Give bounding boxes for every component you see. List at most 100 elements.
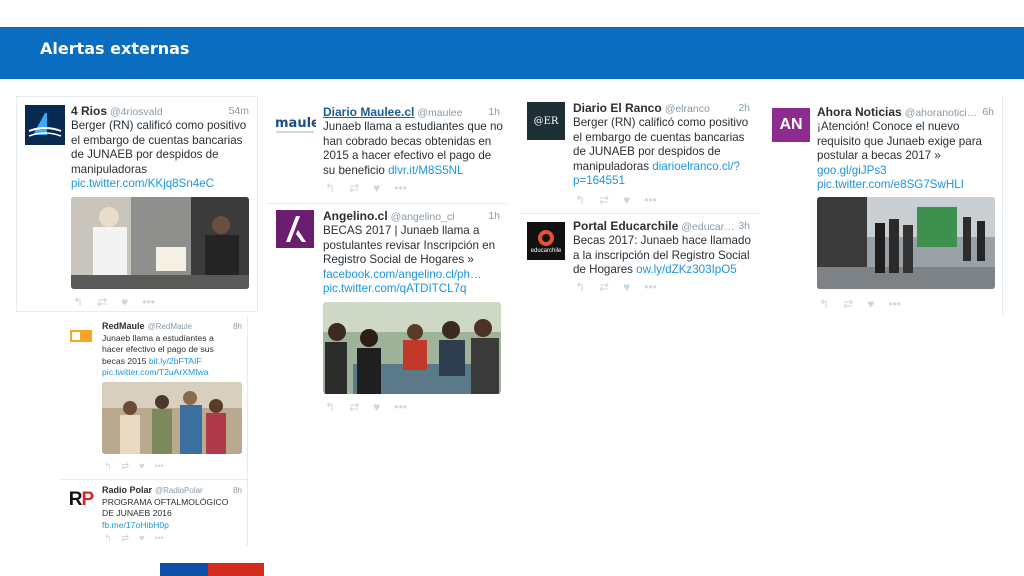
reply-icon[interactable]: ↰ xyxy=(104,461,112,472)
retweet-icon[interactable]: ⇄ xyxy=(599,193,609,207)
retweet-icon[interactable]: ⇄ xyxy=(599,280,609,294)
author-name[interactable]: RedMaule xyxy=(102,321,145,331)
tweet-actions: ↰ ⇄ ♥ ••• xyxy=(575,193,657,207)
like-icon[interactable]: ♥ xyxy=(623,193,630,207)
reply-icon[interactable]: ↰ xyxy=(73,295,83,309)
like-icon[interactable]: ♥ xyxy=(139,461,144,472)
maulee-logo-icon: maulee xyxy=(275,116,316,133)
tweet-text: Berger (RN) calificó como positivo el em… xyxy=(71,119,255,192)
author-name[interactable]: Ahora Noticias xyxy=(817,105,902,119)
retweet-icon[interactable]: ⇄ xyxy=(97,295,107,309)
author-handle[interactable]: @educar… xyxy=(681,221,734,233)
avatar[interactable]: @ER xyxy=(527,102,565,140)
more-icon[interactable]: ••• xyxy=(644,280,657,294)
author-name[interactable]: 4 Rios xyxy=(71,104,107,118)
avatar[interactable] xyxy=(276,210,314,248)
tweet-card-column2: maulee Diario Maulee.cl@maulee 1h Junaeb… xyxy=(268,96,506,426)
more-icon[interactable]: ••• xyxy=(394,400,407,414)
reply-icon[interactable]: ↰ xyxy=(104,533,112,544)
tweet-photo[interactable] xyxy=(817,197,995,289)
tweet-header: Diario El Ranco @elranco xyxy=(573,101,710,115)
tweet-link[interactable]: dlvr.it/M8S5NL xyxy=(388,164,463,177)
page-title: Alertas externas xyxy=(40,39,190,58)
tweet-time[interactable]: 1h xyxy=(488,106,500,118)
tweet-text: Junaeb llama a estudiantes a hacer efect… xyxy=(102,333,246,378)
tweet-link[interactable]: pic.twitter.com/KKjq8Sn4eC xyxy=(71,177,255,192)
retweet-icon[interactable]: ⇄ xyxy=(122,533,130,544)
author-handle[interactable]: @angelino_cl xyxy=(391,211,455,223)
reply-icon[interactable]: ↰ xyxy=(325,400,335,414)
reply-icon[interactable]: ↰ xyxy=(325,181,335,195)
tweet-maulee: maulee Diario Maulee.cl@maulee 1h Junaeb… xyxy=(268,96,506,200)
tweet-link[interactable]: p=164551 xyxy=(573,174,758,189)
like-icon[interactable]: ♥ xyxy=(373,181,380,195)
author-handle[interactable]: @maulee xyxy=(417,107,462,119)
tweet-time[interactable]: 2h xyxy=(738,102,750,114)
author-name[interactable]: Diario Maulee.cl xyxy=(323,105,414,119)
like-icon[interactable]: ♥ xyxy=(139,533,144,544)
tweet-card-column3: @ER Diario El Ranco @elranco 2h Berger (R… xyxy=(520,96,760,302)
tweet-link[interactable]: pic.twitter.com/T2uArXMfwa xyxy=(102,367,246,378)
tweet-header: Radio Polar @RadioPolar xyxy=(102,485,203,495)
more-icon[interactable]: ••• xyxy=(154,461,163,472)
author-name[interactable]: Diario El Ranco xyxy=(573,101,662,115)
retweet-icon[interactable]: ⇄ xyxy=(349,181,359,195)
more-icon[interactable]: ••• xyxy=(644,193,657,207)
tweet-actions: ↰ ⇄ ♥ ••• xyxy=(325,400,407,414)
header-bar: Alertas externas xyxy=(0,27,1024,79)
tweet-photo[interactable] xyxy=(323,302,501,394)
more-icon[interactable]: ••• xyxy=(154,533,163,544)
author-name[interactable]: Radio Polar xyxy=(102,485,152,495)
tweet-elranco: @ER Diario El Ranco @elranco 2h Berger (R… xyxy=(520,96,760,212)
tweet-photo[interactable] xyxy=(102,382,242,454)
avatar[interactable] xyxy=(25,105,65,145)
tweet-link[interactable]: bit.ly/2bFTAIF xyxy=(149,356,202,366)
like-icon[interactable]: ♥ xyxy=(373,400,380,414)
more-icon[interactable]: ••• xyxy=(394,181,407,195)
more-icon[interactable]: ••• xyxy=(888,297,901,311)
avatar[interactable]: educarchile xyxy=(527,222,565,260)
retweet-icon[interactable]: ⇄ xyxy=(122,461,130,472)
author-handle[interactable]: @4riosvald xyxy=(110,106,163,118)
tweet-link[interactable]: fb.me/17oHibH0p xyxy=(102,520,246,531)
tweet-time[interactable]: 8h xyxy=(233,322,242,331)
tweet-text: Becas 2017: Junaeb hace llamado a la ins… xyxy=(573,234,751,277)
author-handle[interactable]: @RadioPolar xyxy=(155,486,203,495)
reply-icon[interactable]: ↰ xyxy=(575,193,585,207)
tweet-card-small: RedMaule @RedMaule 8h Junaeb llama a estu… xyxy=(60,316,248,546)
tweet-time[interactable]: 1h xyxy=(488,210,500,222)
tweet-actions: ↰ ⇄ ♥ ••• xyxy=(325,181,407,195)
author-name[interactable]: Portal Educarchile xyxy=(573,219,678,233)
author-name[interactable]: Angelino.cl xyxy=(323,209,388,223)
author-handle[interactable]: @RedMaule xyxy=(148,322,193,331)
reply-icon[interactable]: ↰ xyxy=(575,280,585,294)
author-handle[interactable]: @elranco xyxy=(665,103,710,115)
tweet-time[interactable]: 3h xyxy=(738,220,750,232)
retweet-icon[interactable]: ⇄ xyxy=(349,400,359,414)
tweet-link[interactable]: ow.ly/dZKz303IpO5 xyxy=(636,263,737,276)
more-icon[interactable]: ••• xyxy=(142,295,155,309)
educarchile-logo-icon xyxy=(538,230,554,246)
avatar[interactable]: RP xyxy=(65,489,97,511)
tweet-text: Berger (RN) calificó como positivo el em… xyxy=(573,116,758,189)
author-handle[interactable]: @ahoranotici… xyxy=(905,107,978,119)
retweet-icon[interactable]: ⇄ xyxy=(843,297,853,311)
avatar[interactable]: maulee xyxy=(274,110,316,138)
tweet-time[interactable]: 6h xyxy=(982,106,994,118)
tweet-link[interactable]: diarioelranco.cl/? xyxy=(652,160,740,173)
like-icon[interactable]: ♥ xyxy=(121,295,128,309)
tweet-time[interactable]: 54m xyxy=(229,105,249,117)
tweet-link[interactable]: pic.twitter.com/e8SG7SwHLI xyxy=(817,178,999,193)
tweet-link[interactable]: facebook.com/angelino.cl/ph… xyxy=(323,268,505,283)
tweet-header: Portal Educarchile @educar… xyxy=(573,219,735,233)
avatar[interactable] xyxy=(66,322,96,350)
tweet-photo[interactable] xyxy=(71,197,249,289)
tweet-link[interactable]: goo.gl/giJPs3 xyxy=(817,164,999,179)
tweet-link[interactable]: pic.twitter.com/qATDITCL7q xyxy=(323,282,505,297)
reply-icon[interactable]: ↰ xyxy=(819,297,829,311)
like-icon[interactable]: ♥ xyxy=(867,297,874,311)
like-icon[interactable]: ♥ xyxy=(623,280,630,294)
tweet-time[interactable]: 8h xyxy=(233,486,242,495)
avatar[interactable]: AN xyxy=(772,108,810,142)
divider xyxy=(60,479,248,480)
